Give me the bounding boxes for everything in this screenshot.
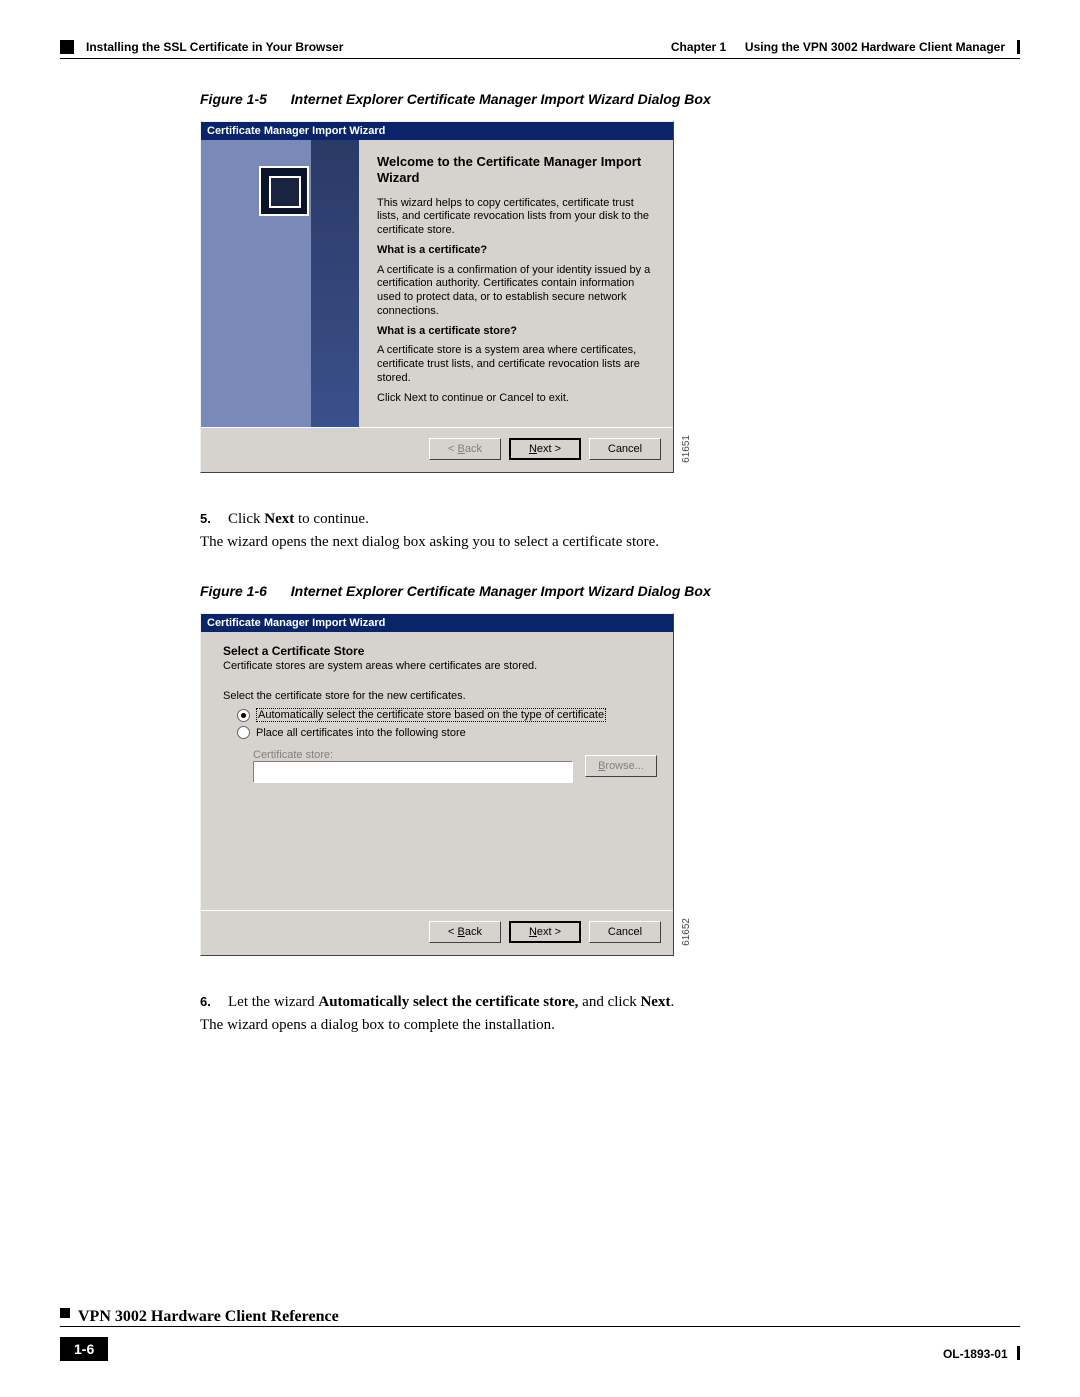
header-rule bbox=[60, 58, 1020, 59]
certificate-store-input bbox=[253, 761, 573, 783]
cancel-button-2[interactable]: Cancel bbox=[589, 921, 661, 943]
dialog-2-titlebar: Certificate Manager Import Wizard bbox=[201, 614, 673, 632]
header-chapter: Chapter 1 bbox=[671, 40, 726, 54]
dialog-2-wrap: Certificate Manager Import Wizard Select… bbox=[200, 613, 674, 956]
figure-1-5-label: Figure 1-5 bbox=[200, 91, 267, 107]
wizard-intro: This wizard helps to copy certificates, … bbox=[377, 197, 655, 238]
select-store-instr: Select the certificate store for the new… bbox=[223, 690, 657, 702]
what-is-cert-heading: What is a certificate? bbox=[377, 244, 655, 258]
footer-rule bbox=[60, 1326, 1020, 1327]
step-6-text: Let the wizard Automatically select the … bbox=[228, 994, 1010, 1011]
wizard-heading: Welcome to the Certificate Manager Impor… bbox=[377, 154, 655, 187]
dialog-1: Certificate Manager Import Wizard Welcom… bbox=[200, 121, 674, 473]
step-6-number: 6. bbox=[200, 994, 211, 1009]
what-is-store-heading: What is a certificate store? bbox=[377, 325, 655, 339]
header-section: Installing the SSL Certificate in Your B… bbox=[86, 40, 343, 54]
page-number: 1-6 bbox=[60, 1337, 108, 1361]
what-is-cert-text: A certificate is a confirmation of your … bbox=[377, 264, 655, 319]
step-5-text: Click Next to continue. bbox=[228, 511, 1010, 528]
radio-dot-off-icon bbox=[237, 726, 250, 739]
paragraph-after-step5: The wizard opens the next dialog box ask… bbox=[200, 534, 1010, 551]
dialog-1-titlebar: Certificate Manager Import Wizard bbox=[201, 122, 673, 140]
wizard-sidebar-graphic bbox=[201, 140, 359, 427]
next-button-2[interactable]: Next > bbox=[509, 921, 581, 943]
figure-1-6-label: Figure 1-6 bbox=[200, 583, 267, 599]
browse-button: Browse... bbox=[585, 755, 657, 777]
footer-title: VPN 3002 Hardware Client Reference bbox=[78, 1308, 339, 1326]
header-vbar bbox=[1017, 40, 1020, 54]
figure-1-5-sidelabel: 61651 bbox=[681, 435, 692, 463]
figure-1-5-caption: Figure 1-5 Internet Explorer Certificate… bbox=[200, 91, 1010, 107]
radio-auto-store[interactable]: Automatically select the certificate sto… bbox=[237, 708, 657, 722]
footer-vbar bbox=[1017, 1346, 1020, 1360]
next-button[interactable]: Next > bbox=[509, 438, 581, 460]
figure-1-5-title: Internet Explorer Certificate Manager Im… bbox=[291, 91, 711, 107]
figure-1-6-sidelabel: 61652 bbox=[681, 918, 692, 946]
header-marker-square bbox=[60, 40, 74, 54]
dialog-1-wrap: Certificate Manager Import Wizard Welcom… bbox=[200, 121, 674, 473]
dialog-2: Certificate Manager Import Wizard Select… bbox=[200, 613, 674, 956]
back-button: < Back bbox=[429, 438, 501, 460]
header-chapter-title: Using the VPN 3002 Hardware Client Manag… bbox=[745, 40, 1005, 54]
back-button-2[interactable]: < Back bbox=[429, 921, 501, 943]
what-is-store-text: A certificate store is a system area whe… bbox=[377, 344, 655, 385]
select-store-heading: Select a Certificate Store bbox=[223, 644, 657, 658]
wizard-hint: Click Next to continue or Cancel to exit… bbox=[377, 392, 655, 406]
page-header: Installing the SSL Certificate in Your B… bbox=[60, 40, 1020, 54]
step-5-number: 5. bbox=[200, 511, 211, 526]
certificate-store-label: Certificate store: bbox=[253, 749, 579, 761]
figure-1-6-caption: Figure 1-6 Internet Explorer Certificate… bbox=[200, 583, 1010, 599]
figure-1-6-title: Internet Explorer Certificate Manager Im… bbox=[291, 583, 711, 599]
select-store-sub: Certificate stores are system areas wher… bbox=[223, 660, 657, 672]
paragraph-after-step6: The wizard opens a dialog box to complet… bbox=[200, 1017, 1010, 1034]
certificate-icon bbox=[259, 166, 309, 216]
footer-marker-square bbox=[60, 1308, 70, 1318]
doc-number: OL-1893-01 bbox=[943, 1347, 1008, 1361]
radio-dot-on-icon bbox=[237, 709, 250, 722]
radio-place-store[interactable]: Place all certificates into the followin… bbox=[237, 726, 657, 739]
cancel-button[interactable]: Cancel bbox=[589, 438, 661, 460]
